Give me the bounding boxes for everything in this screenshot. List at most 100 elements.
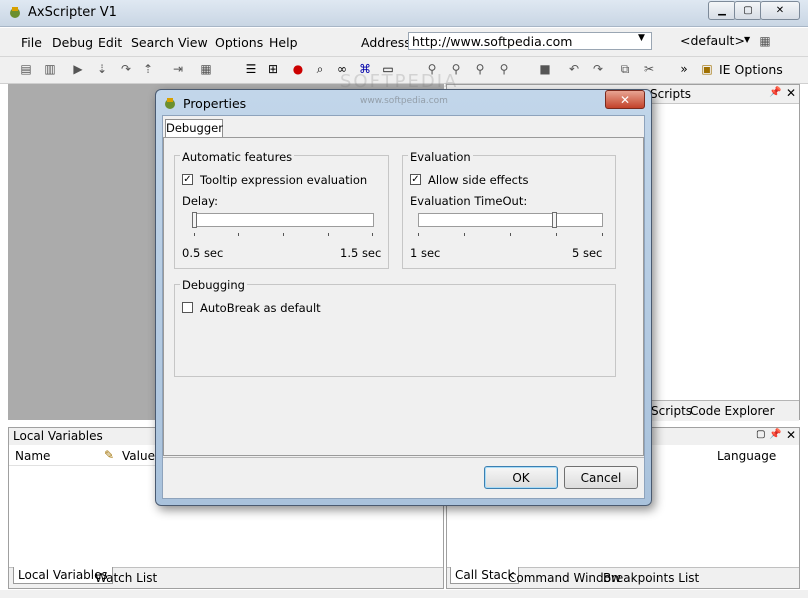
column-language[interactable]: Language — [717, 449, 776, 463]
evaluation-title: Evaluation — [408, 150, 473, 164]
delay-max-label: 1.5 sec — [340, 246, 382, 260]
redo-icon[interactable]: ↷ — [590, 61, 606, 77]
find-id-icon[interactable]: ⚲ — [472, 61, 488, 77]
menu-file[interactable]: File — [21, 35, 42, 50]
step-into-icon[interactable]: ⇣ — [94, 61, 110, 77]
minimize-icon: ▁ — [718, 5, 726, 16]
panel-close-icon-2[interactable]: ✕ — [786, 428, 796, 442]
stop-square-icon[interactable]: ■ — [537, 61, 553, 77]
pencil-icon: ✎ — [104, 448, 115, 462]
tab-breakpoints-list[interactable]: Breakpoints List — [603, 571, 699, 585]
find-prev-icon[interactable]: ⚲ — [496, 61, 512, 77]
address-label: Address — [361, 35, 411, 50]
timeout-slider[interactable] — [418, 213, 603, 227]
app-icon — [8, 5, 23, 20]
timeout-tick — [464, 233, 465, 236]
watermark-logo: SOFTPEDIA — [340, 71, 459, 92]
timeout-max-label: 5 sec — [572, 246, 603, 260]
dialog-title: Properties — [183, 96, 247, 111]
close-icon: ✕ — [619, 92, 631, 107]
debugging-group — [174, 284, 616, 377]
menu-help[interactable]: Help — [269, 35, 298, 50]
menu-options[interactable]: Options — [215, 35, 263, 50]
window-titlebar — [0, 0, 808, 27]
undo-icon[interactable]: ↶ — [566, 61, 582, 77]
delay-label: Delay: — [182, 194, 219, 208]
autobreak-checkbox[interactable] — [182, 302, 193, 313]
checkmark-icon: ✓ — [411, 174, 420, 185]
script-engine-select[interactable]: <default> — [680, 33, 745, 48]
timeout-slider-thumb[interactable] — [551, 212, 557, 228]
step-over-icon[interactable]: ↷ — [118, 61, 134, 77]
toolbar-icon-1[interactable]: ▤ — [18, 61, 34, 77]
maximize-button[interactable]: ▢ — [734, 1, 762, 20]
close-button[interactable]: ✕ — [760, 1, 800, 20]
tab-scripts[interactable]: Scripts — [651, 404, 692, 418]
automatic-features-title: Automatic features — [180, 150, 295, 164]
delay-slider[interactable] — [194, 213, 374, 227]
address-dropdown-icon[interactable]: ▼ — [638, 33, 645, 43]
side-effects-checkbox[interactable]: ✓ — [410, 174, 421, 185]
ie-icon: ▣ — [701, 62, 713, 76]
menu-edit[interactable]: Edit — [98, 35, 122, 50]
toolbar-icon-2[interactable]: ▥ — [42, 61, 58, 77]
autobreak-label: AutoBreak as default — [200, 301, 321, 315]
menu-view[interactable]: View — [178, 35, 208, 50]
delay-slider-thumb[interactable] — [192, 212, 197, 228]
maximize-icon: ▢ — [743, 5, 753, 16]
delay-tick — [328, 233, 329, 236]
panel-close-icon[interactable]: ✕ — [786, 86, 796, 100]
timeout-tick — [510, 233, 511, 236]
app-title: AxScripter V1 — [28, 5, 117, 20]
delay-tick — [194, 233, 195, 236]
breakpoint-list-icon[interactable]: ☰ — [243, 61, 259, 77]
delay-min-label: 0.5 sec — [182, 246, 224, 260]
status-bar — [0, 590, 808, 598]
inspect-icon[interactable]: ⌕ — [312, 61, 328, 77]
timeout-tick — [556, 233, 557, 236]
pin-icon-2[interactable]: 📌 — [769, 429, 781, 440]
more-icon[interactable]: » — [676, 61, 692, 77]
step-out-icon[interactable]: ⇡ — [140, 61, 156, 77]
engine-settings-icon[interactable]: ▦ — [757, 33, 773, 49]
ok-button[interactable]: OK — [484, 466, 558, 489]
run-to-cursor-icon[interactable]: ⇥ — [170, 61, 186, 77]
timeout-min-label: 1 sec — [410, 246, 441, 260]
menu-search[interactable]: Search — [131, 35, 174, 50]
tooltip-label: Tooltip expression evaluation — [200, 173, 368, 187]
timeout-tick — [418, 233, 419, 236]
local-variables-title: Local Variables — [13, 429, 103, 443]
watermark-url: www.softpedia.com — [360, 96, 448, 106]
timeout-tick — [602, 233, 603, 236]
pin-icon[interactable]: 📌 — [769, 87, 781, 98]
restore-icon[interactable]: ▢ — [756, 429, 765, 440]
tooltip-checkbox[interactable]: ✓ — [182, 174, 193, 185]
dialog-app-icon — [163, 96, 178, 111]
timeout-label: Evaluation TimeOut: — [410, 194, 528, 208]
menu-debug[interactable]: Debug — [52, 35, 93, 50]
close-icon: ✕ — [775, 5, 785, 16]
dialog-close-button[interactable]: ✕ — [605, 90, 645, 109]
run-icon[interactable]: ▶ — [70, 61, 86, 77]
delay-tick — [372, 233, 373, 236]
column-name[interactable]: Name — [15, 449, 50, 463]
chevron-down-icon[interactable]: ▼ — [744, 35, 750, 44]
delay-tick — [238, 233, 239, 236]
tab-watch-list[interactable]: Watch List — [95, 571, 157, 585]
watch-icon[interactable]: ⊞ — [265, 61, 281, 77]
scripts-panel-title: Scripts — [650, 87, 692, 101]
cut-icon[interactable]: ✂ — [641, 61, 657, 77]
tab-debugger[interactable]: Debugger — [165, 119, 223, 137]
address-input[interactable]: http://www.softpedia.com — [408, 32, 652, 50]
column-value[interactable]: Value — [122, 449, 155, 463]
delay-tick — [283, 233, 284, 236]
checkmark-icon: ✓ — [183, 174, 192, 185]
ie-options-button[interactable]: IE Options — [719, 62, 783, 77]
minimize-button[interactable]: ▁ — [708, 1, 736, 20]
side-effects-label: Allow side effects — [428, 173, 529, 187]
calculator-icon[interactable]: ▦ — [198, 61, 214, 77]
tab-code-explorer[interactable]: Code Explorer — [690, 404, 775, 418]
copy-icon[interactable]: ⧉ — [617, 61, 633, 77]
stop-icon[interactable]: ● — [290, 61, 306, 77]
cancel-button[interactable]: Cancel — [564, 466, 638, 489]
